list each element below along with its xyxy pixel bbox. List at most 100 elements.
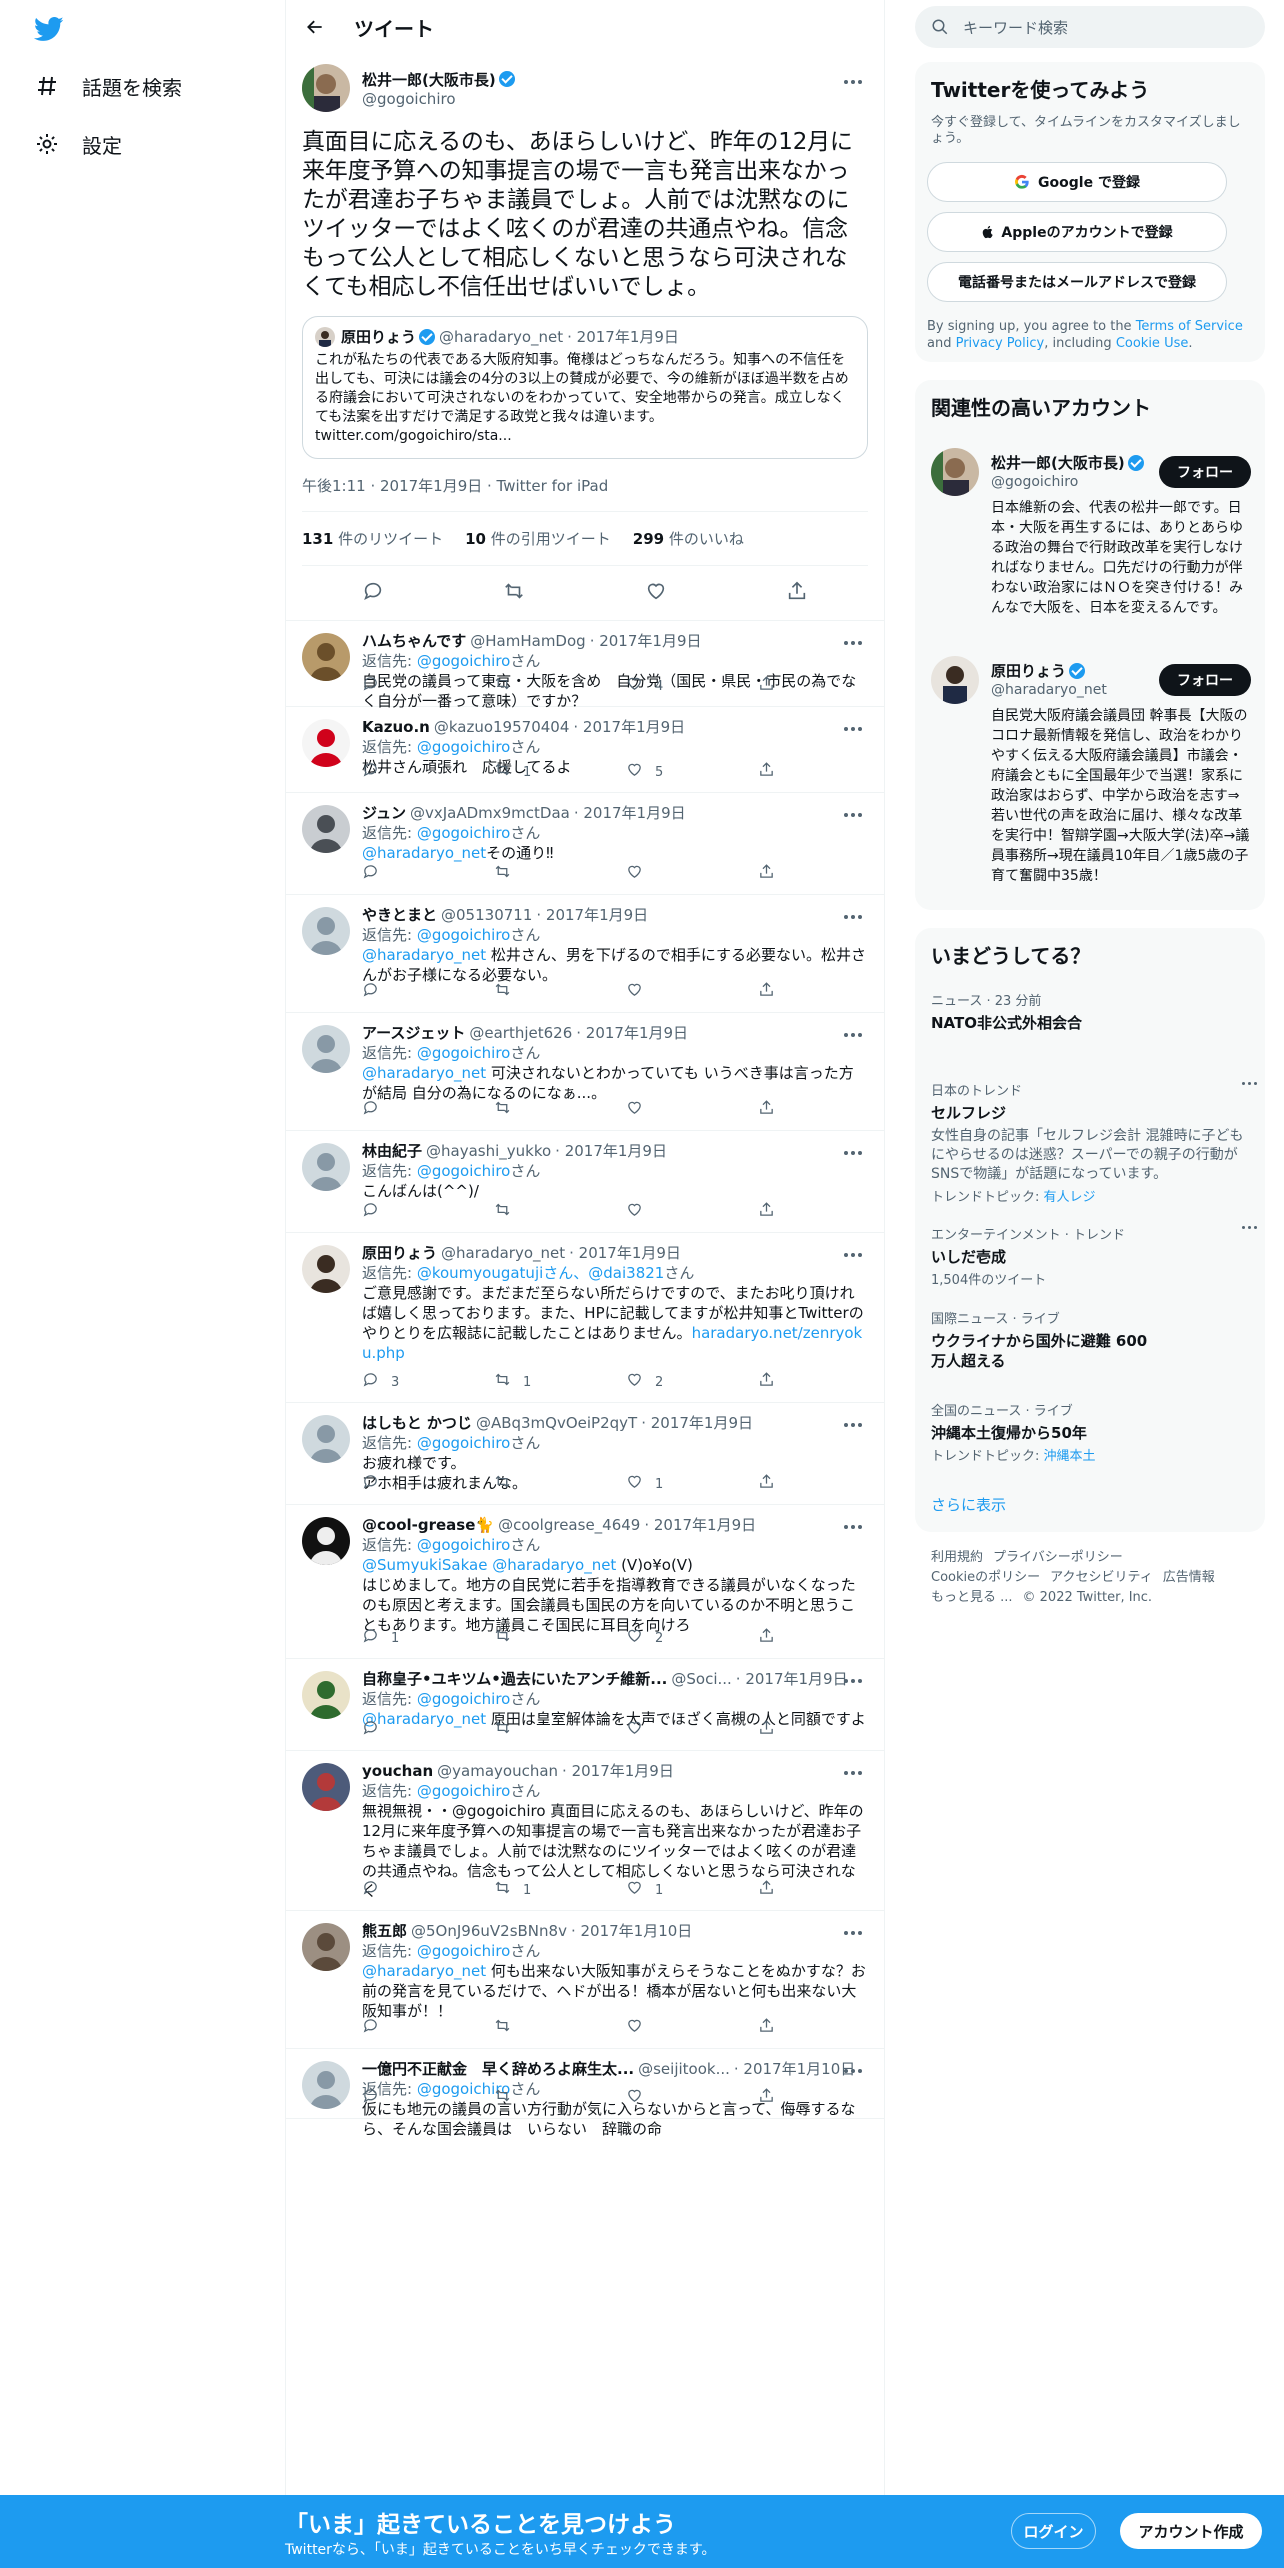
trend-item[interactable]: ニュース · 23 分前 NATO非公式外相会合 bbox=[931, 990, 1251, 1033]
like-action[interactable]: 1 bbox=[626, 1473, 758, 1497]
reply-date[interactable]: · 2017年1月9日 bbox=[569, 1243, 681, 1263]
like-action[interactable] bbox=[626, 2087, 758, 2111]
avatar[interactable] bbox=[302, 1517, 350, 1565]
more-icon[interactable] bbox=[838, 2061, 868, 2081]
footer-link[interactable]: Cookieのポリシー bbox=[931, 1570, 1040, 1585]
reply-date[interactable]: · 2017年1月9日 bbox=[641, 1413, 753, 1433]
related-account[interactable]: 松井一郎(大阪市長) @gogoichiro フォロー 日本維新の会、代表の松井… bbox=[931, 448, 1251, 618]
more-icon[interactable] bbox=[838, 1025, 868, 1045]
avatar[interactable] bbox=[302, 1245, 350, 1293]
reply-author-handle[interactable]: @05130711 bbox=[441, 905, 532, 925]
reply-tweet[interactable]: youchan @yamayouchan · 2017年1月9日 返信先: @gogo… bbox=[286, 1751, 884, 1911]
follow-button[interactable]: フォロー bbox=[1159, 456, 1251, 488]
reply-action[interactable] bbox=[362, 1719, 494, 1743]
reply-tweet[interactable]: 原田りょう @haradaryo_net · 2017年1月9日 返信先: @koum… bbox=[286, 1233, 884, 1403]
like-stat[interactable]: 299 件のいいね bbox=[633, 528, 744, 549]
reply-tweet[interactable]: 林由紀子 @hayashi_yukko · 2017年1月9日 返信先: @gogoi… bbox=[286, 1131, 884, 1233]
like-action[interactable]: 2 bbox=[626, 1627, 758, 1651]
reply-date[interactable]: · 2017年1月9日 bbox=[562, 1761, 674, 1781]
more-icon[interactable] bbox=[838, 1245, 868, 1265]
phone-signup-button[interactable]: 電話番号またはメールアドレスで登録 bbox=[927, 262, 1227, 302]
replying-to-handle[interactable]: @gogoichiro bbox=[417, 926, 511, 944]
follow-button[interactable]: フォロー bbox=[1159, 664, 1251, 696]
replying-to-handle[interactable]: @gogoichiro bbox=[417, 1044, 511, 1062]
reply-author-name[interactable]: 林由紀子 bbox=[362, 1141, 422, 1161]
reply-action[interactable] bbox=[362, 1099, 494, 1123]
reply-date[interactable]: · 2017年1月9日 bbox=[555, 1141, 667, 1161]
reply-tweet[interactable]: @cool-grease🐈 @coolgrease_4649 · 2017年1月9日… bbox=[286, 1505, 884, 1659]
reply-tweet[interactable]: ハムちゃんです @HamHamDog · 2017年1月9日 返信先: @gogoic… bbox=[286, 621, 884, 710]
retweet-action[interactable] bbox=[494, 1627, 626, 1651]
share-action[interactable] bbox=[758, 1371, 775, 1395]
reply-author-handle[interactable]: @Soci... bbox=[671, 1669, 731, 1689]
reply-date[interactable]: · 2017年1月9日 bbox=[590, 631, 702, 651]
reply-mention[interactable]: @SumyukiSakae @haradaryo_net bbox=[362, 1556, 616, 1574]
avatar[interactable] bbox=[302, 719, 350, 767]
retweet-action[interactable] bbox=[494, 1099, 626, 1123]
reply-tweet[interactable]: 一億円不正献金 早く辞めろよ麻生太... @seijitook... · 2017年… bbox=[286, 2049, 884, 2138]
reply-author-handle[interactable]: @5OnJ96uV2sBNn8v bbox=[411, 1921, 567, 1941]
replying-to-handle[interactable]: @gogoichiro bbox=[417, 1536, 511, 1554]
more-icon[interactable] bbox=[838, 907, 868, 927]
reply-action[interactable] bbox=[362, 675, 494, 699]
reply-date[interactable]: · 2017年1月9日 bbox=[736, 1669, 848, 1689]
retweet-action[interactable] bbox=[494, 863, 626, 887]
reply-action[interactable] bbox=[362, 1201, 494, 1225]
cookie-use-link[interactable]: Cookie Use bbox=[1116, 336, 1189, 351]
avatar[interactable] bbox=[302, 1415, 350, 1463]
avatar[interactable] bbox=[302, 633, 350, 681]
reply-action[interactable] bbox=[362, 761, 494, 785]
share-action[interactable] bbox=[758, 2087, 775, 2111]
reply-author-handle[interactable]: @earthjet626 bbox=[469, 1023, 572, 1043]
avatar[interactable] bbox=[931, 448, 979, 496]
reply-tweet[interactable]: 自称皇子•ユキツム•過去にいたアンチ維新... @Soci... · 2017年1月… bbox=[286, 1659, 884, 1751]
more-icon[interactable] bbox=[1242, 1226, 1257, 1229]
account-name[interactable]: 原田りょう bbox=[991, 660, 1066, 681]
reply-author-name[interactable]: @cool-grease🐈 bbox=[362, 1515, 494, 1535]
trend-item[interactable]: 全国のニュース · ライブ 沖縄本土復帰から50年 トレンドトピック: 沖縄本土 bbox=[931, 1400, 1251, 1464]
avatar[interactable] bbox=[302, 1923, 350, 1971]
share-action[interactable] bbox=[758, 1719, 775, 1743]
google-signup-button[interactable]: Google で登録 bbox=[927, 162, 1227, 202]
reply-action[interactable] bbox=[362, 1473, 494, 1497]
avatar[interactable] bbox=[302, 805, 350, 853]
related-account[interactable]: 原田りょう @haradaryo_net フォロー 自民党大阪府議会議員団 幹事… bbox=[931, 656, 1251, 896]
share-action[interactable] bbox=[758, 863, 775, 887]
retweet-action[interactable]: 1 bbox=[494, 1371, 626, 1395]
retweet-action[interactable]: 1 bbox=[494, 761, 626, 785]
search-input[interactable]: キーワード検索 bbox=[915, 6, 1265, 48]
reply-action[interactable] bbox=[362, 1879, 494, 1903]
more-icon[interactable] bbox=[838, 1671, 868, 1691]
share-action[interactable] bbox=[758, 761, 775, 785]
reply-date[interactable]: · 2017年1月9日 bbox=[573, 717, 685, 737]
login-button[interactable]: ログイン bbox=[1011, 2513, 1096, 2549]
reply-date[interactable]: · 2017年1月9日 bbox=[536, 905, 648, 925]
more-icon[interactable] bbox=[1242, 1082, 1257, 1085]
avatar[interactable] bbox=[302, 64, 350, 112]
share-action[interactable] bbox=[758, 1099, 775, 1123]
retweet-action[interactable] bbox=[494, 1201, 626, 1225]
reply-author-name[interactable]: Kazuo.n bbox=[362, 717, 430, 737]
reply-author-name[interactable]: ジュン bbox=[362, 803, 406, 823]
replying-to-handle[interactable]: @koumyougatujiさん、@dai3821 bbox=[417, 1264, 665, 1282]
show-more-link[interactable]: さらに表示 bbox=[931, 1494, 1006, 1515]
privacy-policy-link[interactable]: Privacy Policy bbox=[956, 336, 1045, 351]
replying-to-handle[interactable]: @gogoichiro bbox=[417, 824, 511, 842]
avatar[interactable] bbox=[302, 1143, 350, 1191]
reply-tweet[interactable]: アースジェット @earthjet626 · 2017年1月9日 返信先: @gogo… bbox=[286, 1013, 884, 1131]
footer-link[interactable]: プライバシーポリシー bbox=[993, 1550, 1123, 1565]
twitter-logo-icon[interactable] bbox=[33, 14, 64, 44]
more-icon[interactable] bbox=[838, 1923, 868, 1943]
more-icon[interactable] bbox=[838, 805, 868, 825]
reply-author-name[interactable]: youchan bbox=[362, 1761, 433, 1781]
share-action[interactable] bbox=[758, 981, 775, 1005]
trend-item[interactable]: エンターテインメント · トレンド いしだ壱成 1,504件のツイート bbox=[931, 1224, 1257, 1288]
retweet-action[interactable] bbox=[494, 1473, 626, 1497]
retweet-icon[interactable] bbox=[503, 580, 525, 606]
reply-action[interactable] bbox=[362, 863, 494, 887]
reply-tweet[interactable]: はしもと かつじ @ABq3mQvOeiP2qyT · 2017年1月9日 返信先: … bbox=[286, 1403, 884, 1505]
reply-author-name[interactable]: 原田りょう bbox=[362, 1243, 437, 1263]
reply-mention[interactable]: @haradaryo_net bbox=[362, 1064, 486, 1082]
like-action[interactable] bbox=[626, 1099, 758, 1123]
reply-author-name[interactable]: ハムちゃんです bbox=[362, 631, 466, 651]
